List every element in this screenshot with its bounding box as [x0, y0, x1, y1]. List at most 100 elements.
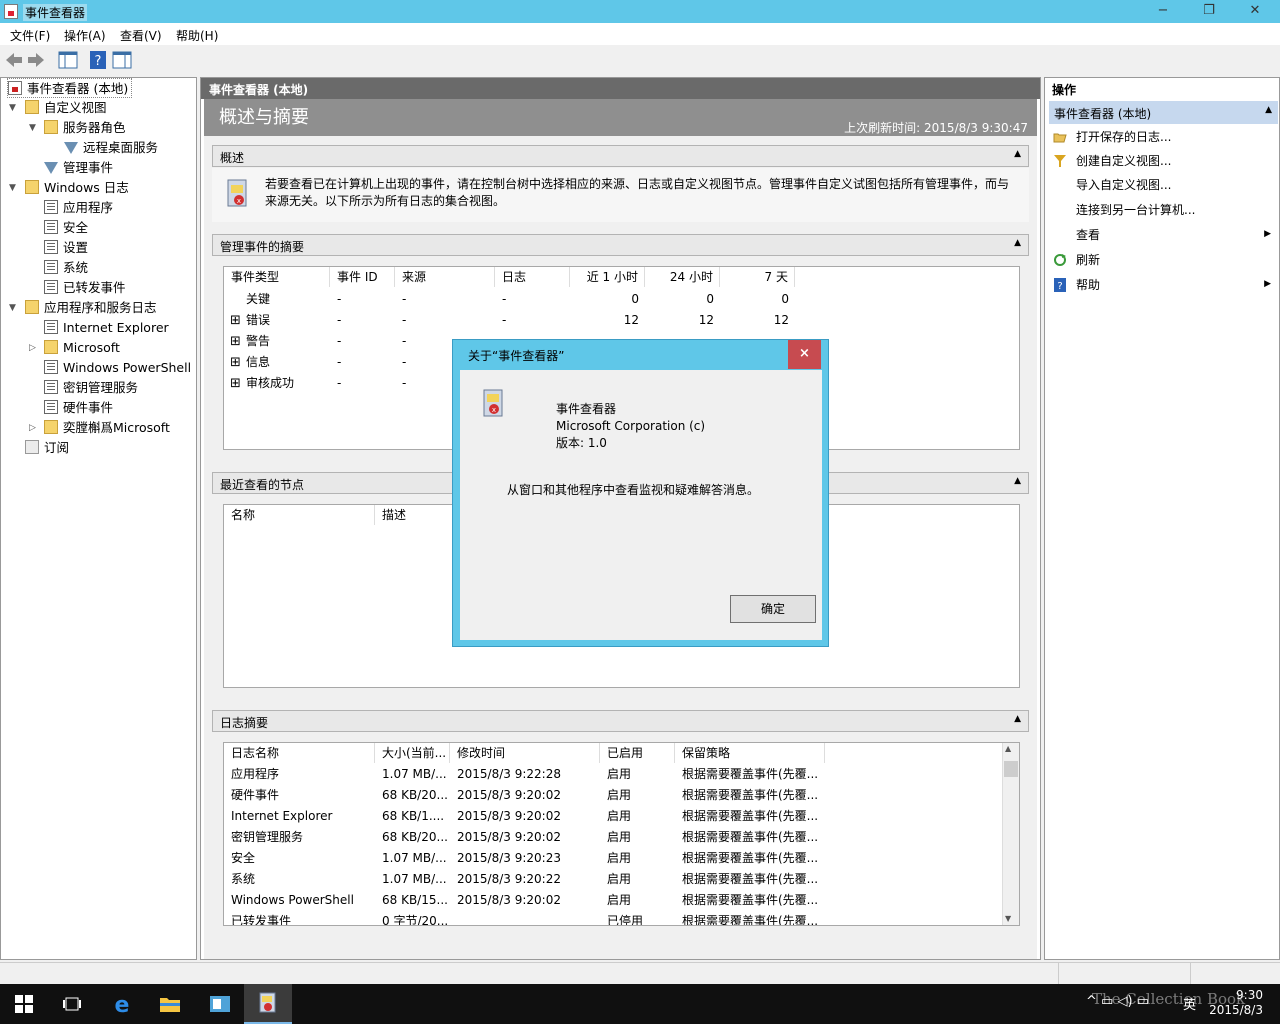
tree-rds[interactable]: 远程桌面服务 — [64, 138, 158, 158]
scroll-up-icon[interactable]: ▲ — [1005, 744, 1011, 753]
col-24-hours[interactable]: 24 小时 — [645, 267, 720, 287]
collapse-icon[interactable]: ▲ — [1014, 238, 1021, 248]
col-last-hour[interactable]: 近 1 小时 — [570, 267, 645, 287]
dialog-close-button[interactable]: × — [788, 340, 821, 369]
tree-hardware[interactable]: 硬件事件 — [44, 398, 113, 418]
expand-arrow-icon[interactable]: ▼ — [29, 123, 36, 133]
tree-forwarded[interactable]: 已转发事件 — [44, 278, 126, 298]
forward-arrow-icon[interactable] — [26, 50, 46, 70]
task-view-button[interactable] — [48, 984, 96, 1024]
tree-windows-logs[interactable]: Windows 日志 — [25, 178, 129, 198]
dialog-product-info: 事件查看器 Microsoft Corporation (c) 版本: 1.0 — [556, 401, 705, 452]
tree-server-roles[interactable]: 服务器角色 — [44, 118, 126, 138]
collapse-icon[interactable]: ▲ — [1265, 105, 1272, 115]
scrollbar-thumb[interactable] — [1004, 761, 1018, 777]
table-row[interactable]: 应用程序 1.07 MB/... 2015/8/3 9:22:28 启用 根据需要覆盖事… — [224, 764, 1004, 785]
table-row[interactable]: 硬件事件 68 KB/20... 2015/8/3 9:20:02 启用 根据需要覆盖事… — [224, 785, 1004, 806]
tree-root[interactable]: 事件查看器 (本地) — [7, 78, 133, 98]
scroll-down-icon[interactable]: ▼ — [1005, 914, 1011, 923]
table-cell: 启用 — [607, 788, 632, 802]
help-icon[interactable]: ? — [88, 50, 108, 70]
collapse-arrow-icon[interactable]: ▷ — [29, 423, 36, 433]
collapse-arrow-icon[interactable]: ▷ — [29, 343, 36, 353]
table-row[interactable]: 密钥管理服务 68 KB/20... 2015/8/3 9:20:02 启用 根据需要覆… — [224, 827, 1004, 848]
edge-button[interactable]: e — [98, 984, 146, 1024]
table-row[interactable]: ⊞ 错误 - - -12 12 12 — [224, 310, 1021, 331]
show-hide-action-pane-icon[interactable] — [112, 50, 132, 70]
tree-subscriptions[interactable]: 订阅 — [25, 438, 69, 458]
tree-garbled-microsoft[interactable]: 奕膛槲爲Microsoft — [44, 418, 170, 438]
table-cell: 密钥管理服务 — [231, 830, 304, 844]
col-event-type[interactable]: 事件类型 — [224, 267, 330, 287]
vertical-scrollbar[interactable]: ▲ ▼ — [1002, 743, 1019, 925]
action-open-saved-log[interactable]: 打开保存的日志... — [1076, 126, 1171, 148]
action-create-custom-view[interactable]: 创建自定义视图... — [1076, 150, 1171, 172]
col-enabled[interactable]: 已启用 — [600, 743, 675, 763]
status-divider — [1058, 963, 1059, 984]
event-viewer-taskbar-button[interactable] — [244, 984, 292, 1024]
col-source[interactable]: 来源 — [395, 267, 495, 287]
server-manager-button[interactable] — [196, 984, 244, 1024]
tree-custom-views[interactable]: 自定义视图 — [25, 98, 107, 118]
action-refresh[interactable]: 刷新 — [1076, 249, 1100, 271]
col-log[interactable]: 日志 — [495, 267, 570, 287]
col-description[interactable]: 描述 — [375, 505, 455, 525]
table-row[interactable]: 系统 1.07 MB/... 2015/8/3 9:20:22 启用 根据需要覆盖事件(… — [224, 869, 1004, 890]
action-view[interactable]: 查看 — [1076, 224, 1100, 246]
col-7-days[interactable]: 7 天 — [720, 267, 795, 287]
table-row[interactable]: 关键 - - - 0 0 0 — [224, 289, 1021, 310]
maximize-button[interactable]: ❐ — [1186, 0, 1232, 22]
collapse-icon[interactable]: ▲ — [1014, 714, 1021, 724]
show-hide-console-tree-icon[interactable] — [58, 50, 78, 70]
table-cell: 68 KB/15... — [382, 893, 448, 907]
collapse-icon[interactable]: ▲ — [1014, 476, 1021, 486]
table-cell: 根据需要覆盖事件(先覆... — [682, 914, 819, 926]
expand-arrow-icon[interactable]: ▼ — [9, 103, 16, 113]
tree-setup[interactable]: 设置 — [44, 238, 88, 258]
file-explorer-button[interactable] — [146, 984, 194, 1024]
section-admin-summary[interactable]: 管理事件的摘要 ▲ — [212, 234, 1029, 256]
action-import-custom-view[interactable]: 导入自定义视图... — [1076, 174, 1171, 196]
table-row[interactable]: Internet Explorer 68 KB/1.... 2015/8/3 9:2… — [224, 806, 1004, 827]
window-title: 事件查看器 — [23, 4, 88, 21]
section-overview[interactable]: 概述 ▲ — [212, 145, 1029, 167]
table-row[interactable]: Windows PowerShell 68 KB/15... 2015/8/3 9:… — [224, 890, 1004, 911]
collapse-icon[interactable]: ▲ — [1014, 149, 1021, 159]
menu-action[interactable]: 操作(A) — [64, 27, 106, 44]
col-event-id[interactable]: 事件 ID — [330, 267, 395, 287]
minimize-button[interactable]: − — [1140, 0, 1186, 22]
col-retention[interactable]: 保留策略 — [675, 743, 825, 763]
tree-ie[interactable]: Internet Explorer — [44, 318, 169, 338]
menu-file[interactable]: 文件(F) — [10, 27, 50, 44]
close-button[interactable]: ✕ — [1232, 0, 1278, 22]
tree-application[interactable]: 应用程序 — [44, 198, 113, 218]
actions-subheader[interactable]: 事件查看器 (本地) ▲ — [1049, 101, 1278, 124]
tree-system[interactable]: 系统 — [44, 258, 88, 278]
table-cell: 根据需要覆盖事件(先覆... — [682, 872, 819, 886]
tree-app-service-logs[interactable]: 应用程序和服务日志 — [25, 298, 157, 318]
col-modified[interactable]: 修改时间 — [450, 743, 600, 763]
col-size[interactable]: 大小(当前... — [375, 743, 450, 763]
task-view-icon — [63, 997, 81, 1011]
action-connect-computer[interactable]: 连接到另一台计算机... — [1076, 199, 1195, 221]
col-name[interactable]: 名称 — [224, 505, 375, 525]
table-cell: - — [337, 334, 342, 348]
tree-microsoft[interactable]: Microsoft — [44, 338, 120, 358]
col-log-name[interactable]: 日志名称 — [224, 743, 375, 763]
tree-powershell[interactable]: Windows PowerShell — [44, 358, 191, 378]
back-arrow-icon[interactable] — [4, 50, 24, 70]
action-help[interactable]: 帮助 — [1076, 274, 1100, 296]
menu-view[interactable]: 查看(V) — [120, 27, 162, 44]
expand-arrow-icon[interactable]: ▼ — [9, 303, 16, 313]
start-button[interactable] — [0, 984, 48, 1024]
section-log-summary[interactable]: 日志摘要 ▲ — [212, 710, 1029, 732]
menu-help[interactable]: 帮助(H) — [176, 27, 218, 44]
tree-key-mgmt[interactable]: 密钥管理服务 — [44, 378, 138, 398]
event-viewer-icon: x — [483, 389, 503, 417]
tree-security[interactable]: 安全 — [44, 218, 88, 238]
ok-button[interactable]: 确定 — [730, 595, 816, 623]
table-row[interactable]: 已转发事件 0 字节/20... 已停用 根据需要覆盖事件(先覆... — [224, 911, 1004, 926]
tree-admin-events[interactable]: 管理事件 — [44, 158, 113, 178]
table-row[interactable]: 安全 1.07 MB/... 2015/8/3 9:20:23 启用 根据需要覆盖事件(… — [224, 848, 1004, 869]
expand-arrow-icon[interactable]: ▼ — [9, 183, 16, 193]
